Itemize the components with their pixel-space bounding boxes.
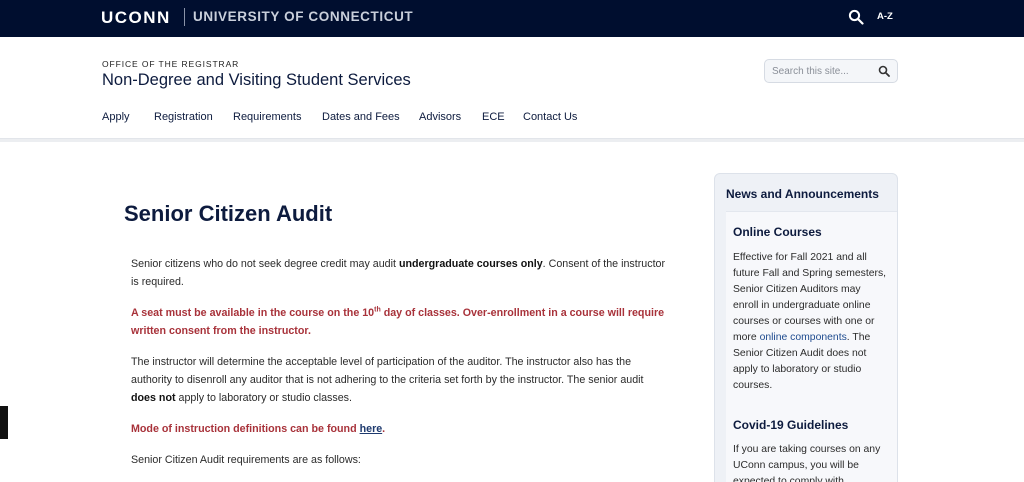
online-courses-title: Online Courses	[733, 225, 822, 239]
site-search	[764, 59, 898, 83]
online-courses-text: Effective for Fall 2021 and all future F…	[733, 250, 888, 394]
mode-definitions-link[interactable]: here	[360, 423, 383, 435]
announcements-panel: Online Courses Effective for Fall 2021 a…	[726, 211, 897, 482]
nav-item-requirements[interactable]: Requirements	[233, 111, 301, 123]
instructor-emphasis: does not	[131, 392, 176, 404]
top-bar: UCONN UNIVERSITY OF CONNECTICUT A-Z	[0, 0, 1024, 37]
nav-item-registration[interactable]: Registration	[154, 111, 213, 123]
search-input[interactable]	[772, 63, 872, 79]
logo-divider	[184, 8, 185, 26]
covid-guidelines-title: Covid-19 Guidelines	[733, 418, 849, 432]
seat-availability-notice: A seat must be available in the course o…	[131, 304, 671, 340]
header-divider	[0, 138, 1024, 142]
page-title: Senior Citizen Audit	[124, 201, 333, 226]
a-z-index-link[interactable]: A-Z	[877, 11, 893, 22]
sidebar-heading: News and Announcements	[726, 187, 879, 201]
nav-item-ece[interactable]: ECE	[482, 111, 505, 123]
search-icon[interactable]	[848, 9, 864, 25]
nav-item-advisors[interactable]: Advisors	[419, 111, 461, 123]
news-sidebar: News and Announcements Online Courses Ef…	[714, 173, 898, 482]
mode-of-instruction-notice: Mode of instruction definitions can be f…	[131, 420, 671, 438]
mode-notice-end: .	[382, 423, 386, 435]
feedback-tab[interactable]	[0, 406, 8, 439]
online-components-link[interactable]: online components	[760, 332, 847, 343]
intro-emphasis: undergraduate courses only	[398, 258, 543, 270]
main-nav: Apply Registration Requirements Dates an…	[0, 111, 1024, 129]
nav-item-dates-and-fees[interactable]: Dates and Fees	[322, 111, 400, 123]
uconn-logo[interactable]: UCONN	[101, 8, 171, 28]
intro-text: Senior citizens who do not seek degree c…	[131, 258, 399, 270]
main-content: Senior citizens who do not seek degree c…	[131, 255, 671, 482]
instructor-text-end: apply to laboratory or studio classes.	[175, 392, 352, 404]
online-courses-text-start: Effective for Fall 2021 and all future F…	[733, 252, 887, 343]
intro-paragraph: Senior citizens who do not seek degree c…	[131, 255, 671, 291]
university-name[interactable]: UNIVERSITY OF CONNECTICUT	[193, 9, 413, 24]
office-label[interactable]: OFFICE OF THE REGISTRAR	[102, 59, 239, 69]
nav-item-contact-us[interactable]: Contact Us	[523, 111, 577, 123]
site-title[interactable]: Non-Degree and Visiting Student Services	[102, 71, 411, 90]
seat-notice-text: A seat must be available in the course o…	[131, 307, 375, 319]
ordinal-suffix: th	[374, 306, 381, 314]
covid-guidelines-text: If you are taking courses on any UConn c…	[733, 444, 881, 482]
instructor-paragraph: The instructor will determine the accept…	[131, 353, 671, 407]
mode-notice-text: Mode of instruction definitions can be f…	[131, 423, 360, 435]
nav-item-apply[interactable]: Apply	[102, 111, 130, 123]
search-icon[interactable]	[878, 65, 890, 77]
instructor-text: The instructor will determine the accept…	[131, 356, 644, 386]
requirements-intro: Senior Citizen Audit requirements are as…	[131, 454, 361, 466]
